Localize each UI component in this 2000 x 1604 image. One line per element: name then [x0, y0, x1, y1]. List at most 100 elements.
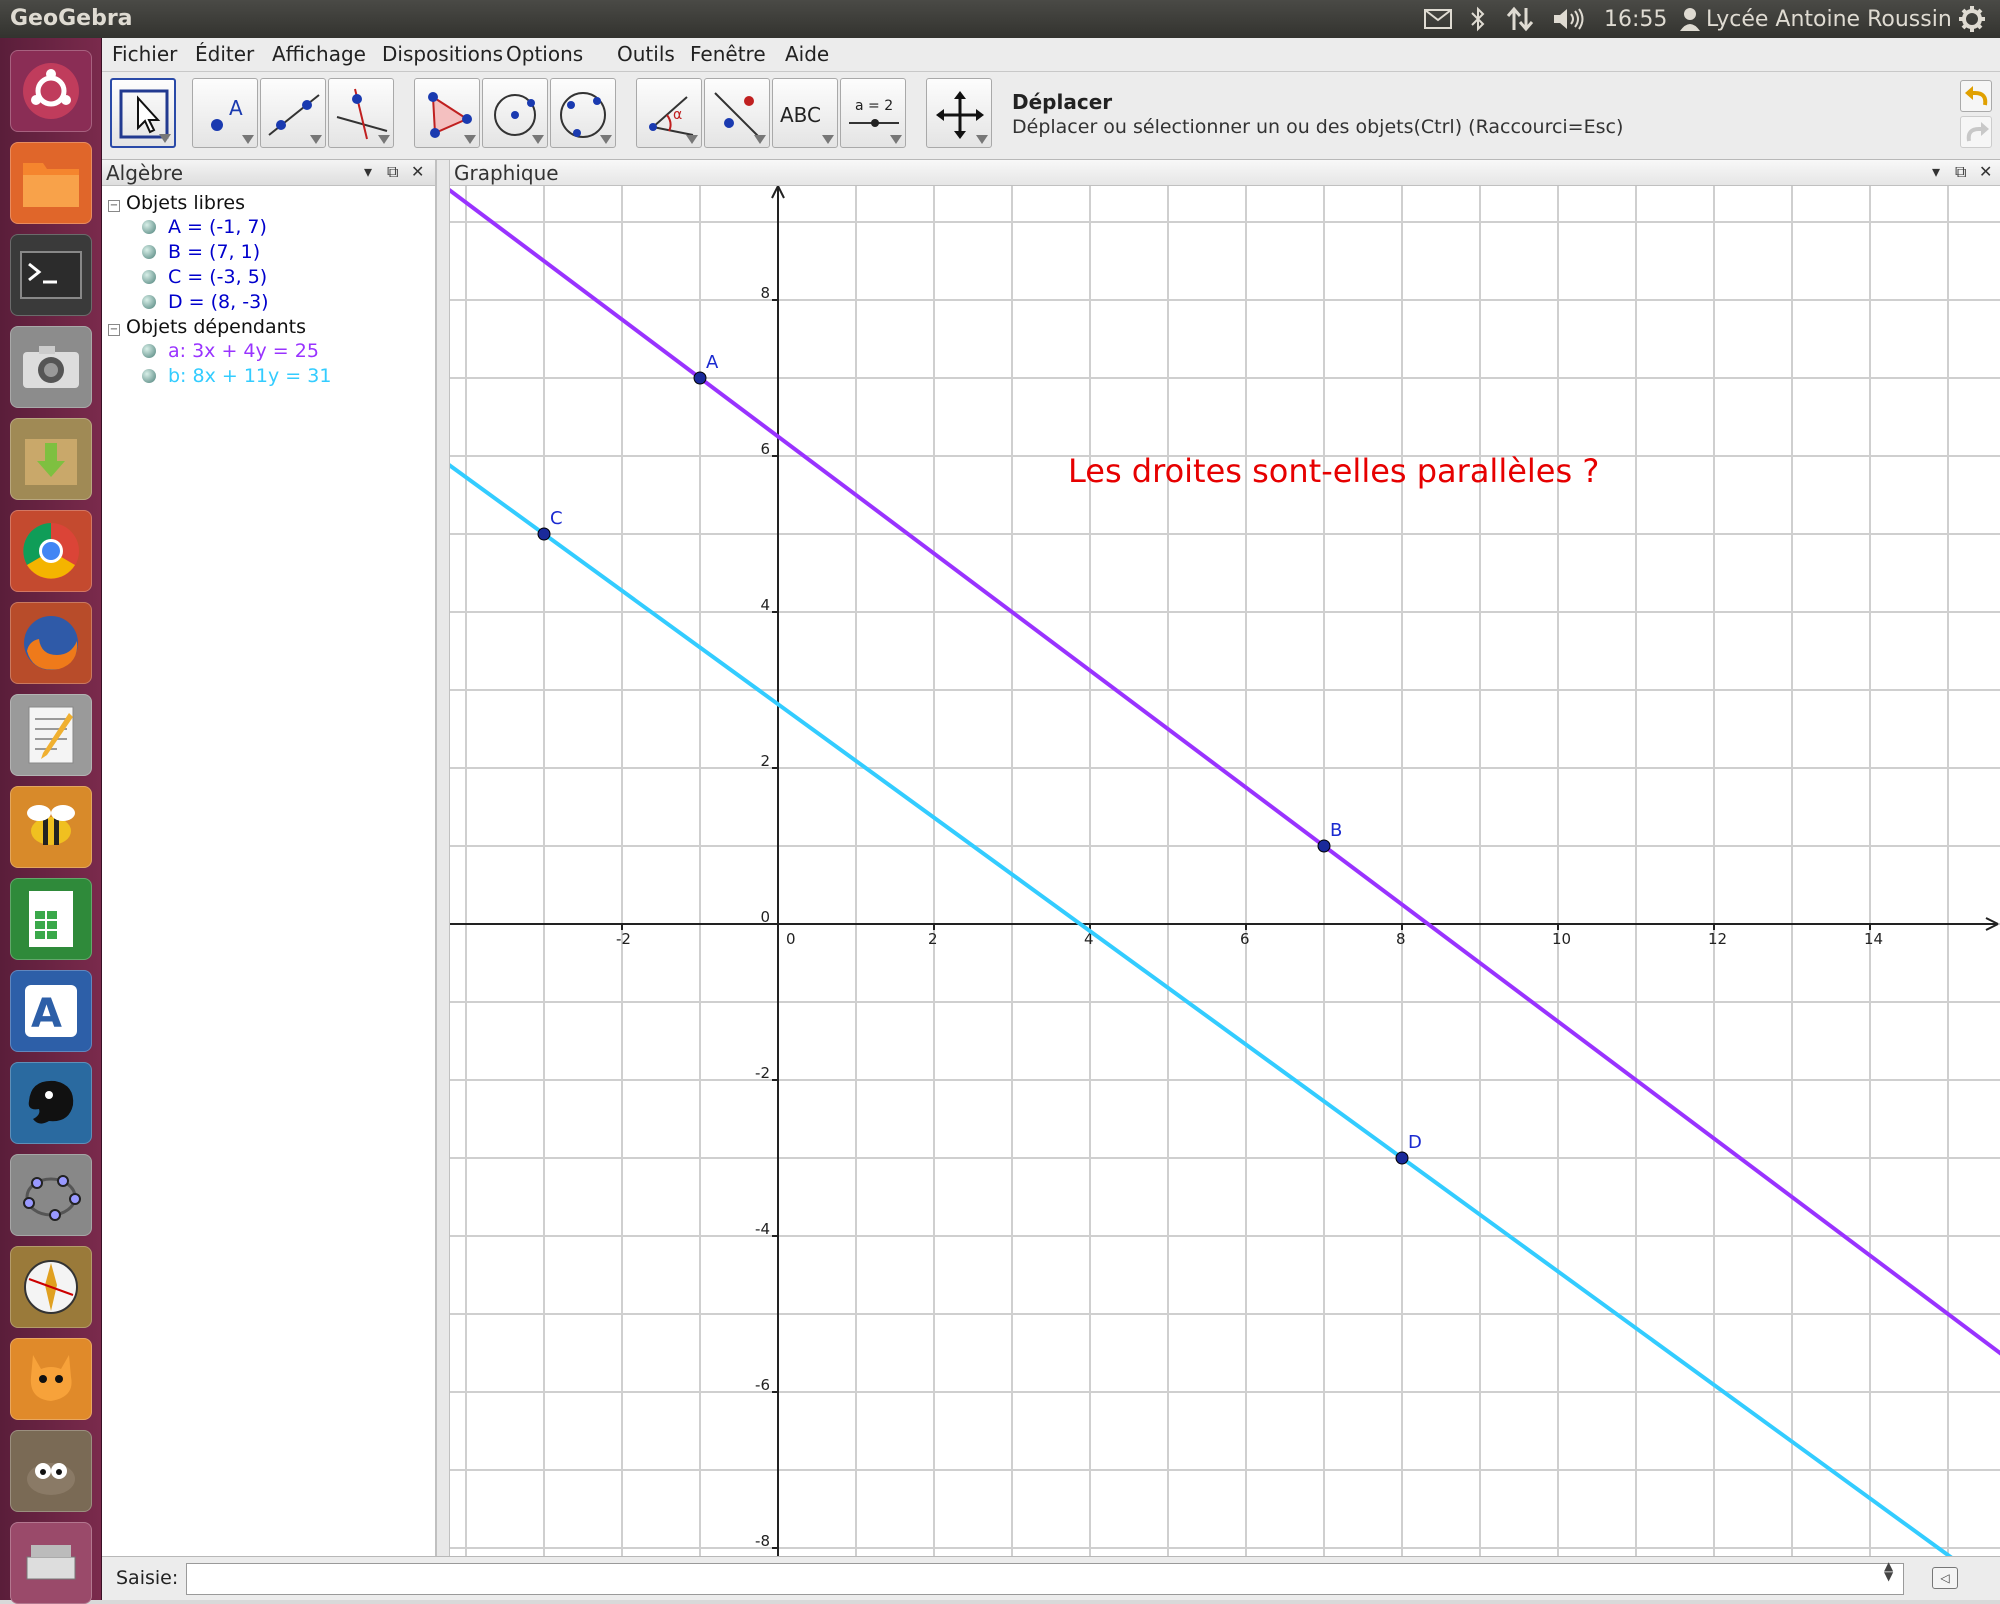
text-editor-icon[interactable] — [10, 694, 92, 776]
camera-icon[interactable] — [10, 326, 92, 408]
question-text[interactable]: Les droites sont-elles parallèles ? — [1068, 452, 1599, 490]
x-tick-label: 2 — [928, 930, 938, 948]
x-tick-label: 10 — [1552, 930, 1571, 948]
panel-menu-icon[interactable]: ▾ — [364, 162, 372, 181]
algebra-item-line-b[interactable]: b: 8x + 11y = 31 — [142, 365, 432, 387]
settings-gear-icon[interactable] — [1958, 5, 1986, 33]
conic-tool-button[interactable] — [550, 78, 616, 148]
algebra-title: Algèbre — [106, 161, 184, 185]
algebra-text: D = (8, -3) — [168, 291, 269, 313]
ubuntu-home-icon[interactable] — [10, 50, 92, 132]
move-tool-button[interactable] — [110, 78, 176, 148]
menu-fichier[interactable]: Fichier — [112, 42, 177, 66]
algebra-item-D[interactable]: D = (8, -3) — [142, 291, 432, 313]
scratch-icon[interactable] — [10, 1338, 92, 1420]
visibility-toggle-icon[interactable] — [142, 245, 156, 259]
grid — [450, 186, 2000, 1556]
mail-icon[interactable] — [1424, 5, 1452, 33]
collapse-icon[interactable]: − — [108, 200, 120, 212]
menu-dispositions[interactable]: Dispositions — [382, 42, 503, 66]
virtual-keyboard-icon[interactable]: ◁ — [1932, 1567, 1958, 1589]
volume-icon[interactable] — [1552, 5, 1586, 33]
network-icon[interactable] — [1506, 5, 1534, 33]
input-field[interactable] — [186, 1563, 1904, 1595]
user-icon[interactable] — [1680, 5, 1700, 33]
visibility-toggle-icon[interactable] — [142, 369, 156, 383]
visibility-toggle-icon[interactable] — [142, 220, 156, 234]
circle-tool-button[interactable] — [482, 78, 548, 148]
undo-icon — [1965, 86, 1988, 106]
point-tool-button[interactable]: A — [192, 78, 258, 148]
clock-time[interactable]: 16:55 — [1604, 5, 1667, 33]
menu-affichage[interactable]: Affichage — [272, 42, 366, 66]
algebra-item-line-a[interactable]: a: 3x + 4y = 25 — [142, 340, 432, 362]
input-label: Saisie: — [116, 1567, 179, 1589]
dependent-objects-label: Objets dépendants — [126, 316, 307, 338]
top-panel: GeoGebra 16:55 Lycée Antoine Roussin — [0, 0, 2000, 38]
y-tick-label: 8 — [760, 284, 770, 302]
files-icon[interactable] — [10, 142, 92, 224]
graphics-view[interactable]: Graphique ▾ ⧉ ✕ -2 0 2 4 6 8 10 12 14 -8 -6 -4 -2 0 2 4… — [450, 160, 2000, 1556]
menu-editer[interactable]: Éditer — [195, 42, 254, 66]
panel-menu-icon[interactable]: ▾ — [1932, 162, 1940, 181]
algebra-text: A = (-1, 7) — [168, 216, 267, 238]
algebra-text: b: 8x + 11y = 31 — [168, 365, 332, 387]
undock-icon[interactable]: ⧉ — [387, 162, 398, 182]
coordinate-plane[interactable]: -2 0 2 4 6 8 10 12 14-8-6-4-202468 ABCD Les droi… — [450, 186, 2000, 1556]
free-objects-group[interactable]: − Objets libres — [108, 192, 428, 214]
x-tick-label: 8 — [1396, 930, 1406, 948]
bluetooth-icon[interactable] — [1470, 5, 1486, 33]
angle-tool-button[interactable]: α — [636, 78, 702, 148]
visibility-toggle-icon[interactable] — [142, 344, 156, 358]
spreadsheet-icon[interactable] — [10, 878, 92, 960]
chrome-icon[interactable] — [10, 510, 92, 592]
gimp-icon[interactable] — [10, 1430, 92, 1512]
collapse-icon[interactable]: − — [108, 324, 120, 336]
x-tick-label: 6 — [1240, 930, 1250, 948]
redo-button[interactable] — [1960, 116, 1992, 148]
gimp-paw-icon[interactable] — [10, 1062, 92, 1144]
perpendicular-tool-button[interactable] — [328, 78, 394, 148]
text-tool-button[interactable]: ABC — [772, 78, 838, 148]
compass-app-icon[interactable] — [10, 1246, 92, 1328]
undo-button[interactable] — [1960, 80, 1992, 112]
algebra-item-A[interactable]: A = (-1, 7) — [142, 216, 432, 238]
panel-splitter[interactable] — [436, 160, 450, 1556]
algebra-text: a: 3x + 4y = 25 — [168, 340, 319, 362]
visibility-toggle-icon[interactable] — [142, 270, 156, 284]
scanner-icon[interactable] — [10, 1522, 92, 1604]
algebra-item-B[interactable]: B = (7, 1) — [142, 241, 432, 263]
algebra-view: Algèbre ▾ ⧉ ✕ − Objets libres A = (-1, 7)… — [102, 160, 436, 1556]
redo-icon — [1966, 122, 1989, 142]
tool-help-text: Déplacer ou sélectionner un ou des objet… — [1012, 116, 1624, 138]
reflect-tool-button[interactable] — [704, 78, 770, 148]
menu-options[interactable]: Options — [506, 42, 583, 66]
algebra-item-C[interactable]: C = (-3, 5) — [142, 266, 432, 288]
visibility-toggle-icon[interactable] — [142, 295, 156, 309]
geogebra-icon[interactable] — [10, 1154, 92, 1236]
launcher: A — [0, 38, 102, 1604]
undock-icon[interactable]: ⧉ — [1955, 162, 1966, 182]
close-icon[interactable]: ✕ — [411, 162, 424, 181]
user-name[interactable]: Lycée Antoine Roussin — [1706, 5, 1952, 33]
slider-tool-button[interactable]: a = 2 — [840, 78, 906, 148]
input-bar: Saisie: ▲ ▼ ◁ — [102, 1556, 2000, 1600]
terminal-icon[interactable] — [10, 234, 92, 316]
dependent-objects-group[interactable]: − Objets dépendants — [108, 316, 428, 338]
point-label-D: D — [1408, 1132, 1422, 1153]
menu-fenetre[interactable]: Fenêtre — [690, 42, 766, 66]
firefox-icon[interactable] — [10, 602, 92, 684]
menu-outils[interactable]: Outils — [617, 42, 675, 66]
y-tick-label: -8 — [755, 1532, 770, 1550]
x-tick-label: 0 — [786, 930, 796, 948]
point-C — [537, 527, 551, 541]
archive-manager-icon[interactable] — [10, 418, 92, 500]
close-icon[interactable]: ✕ — [1979, 162, 1992, 181]
line-tool-button[interactable] — [260, 78, 326, 148]
bee-app-icon[interactable] — [10, 786, 92, 868]
polygon-tool-button[interactable] — [414, 78, 480, 148]
algo-app-icon[interactable]: A — [10, 970, 92, 1052]
tool-name: Déplacer — [1012, 90, 1113, 114]
move-view-tool-button[interactable] — [926, 78, 992, 148]
menu-aide[interactable]: Aide — [785, 42, 829, 66]
